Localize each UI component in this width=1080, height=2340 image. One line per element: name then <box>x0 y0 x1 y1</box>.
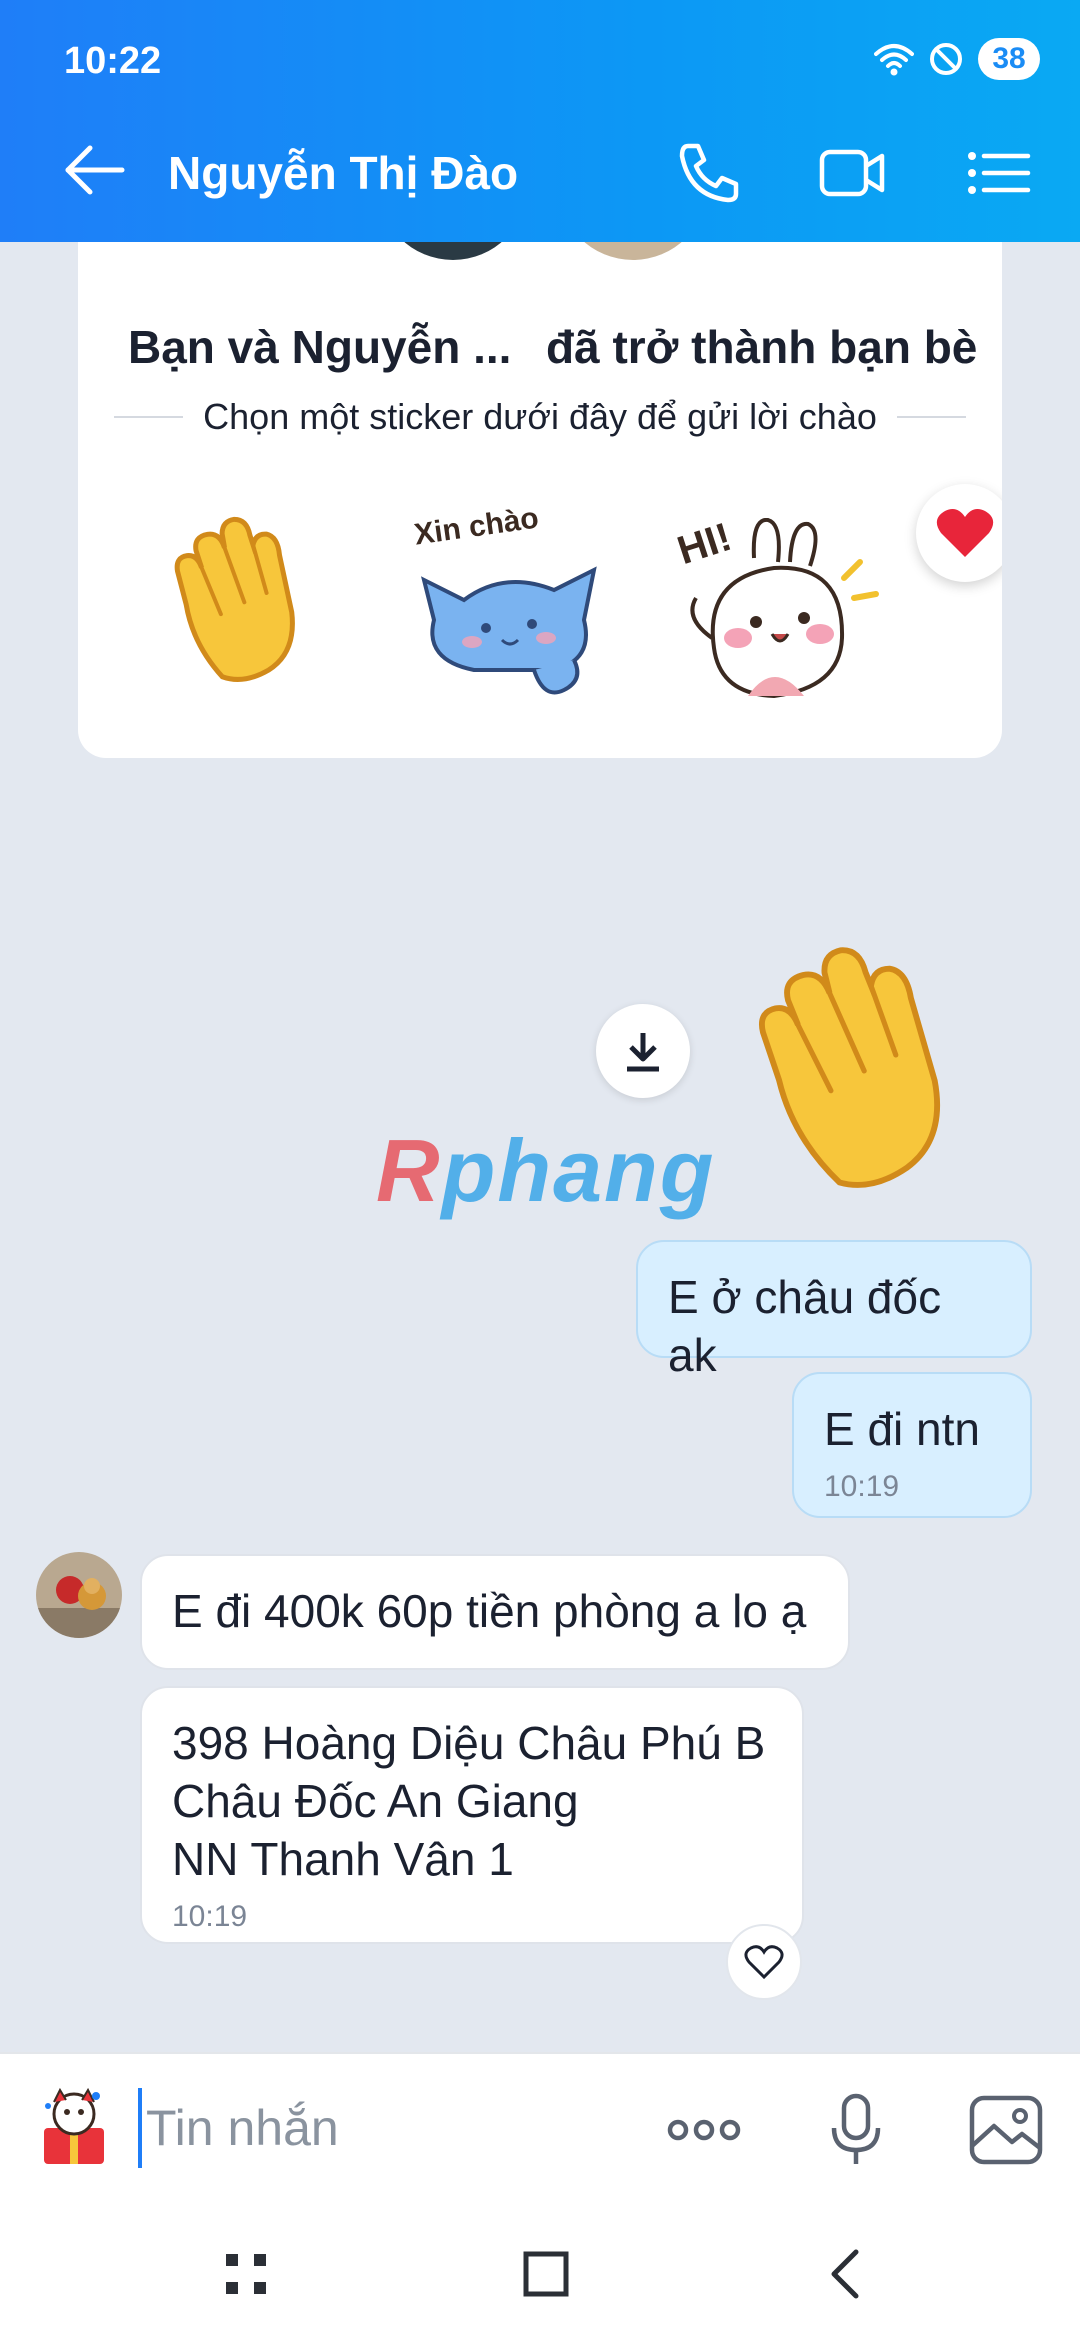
message-bubble-incoming[interactable]: E đi 400k 60p tiền phòng a lo ạ <box>140 1554 850 1670</box>
message-input-bar <box>0 2052 1080 2200</box>
microphone-icon[interactable] <box>816 2090 896 2170</box>
back-arrow-icon[interactable] <box>60 140 130 200</box>
message-text: E đi ntn <box>824 1403 980 1455</box>
home-icon[interactable] <box>516 2244 576 2304</box>
download-button[interactable] <box>596 1004 690 1098</box>
chat-screen: 10:22 38 Nguyễn Thị Đào Bạn và Nguyễn ..… <box>0 0 1080 2340</box>
do-not-disturb-icon <box>930 43 962 75</box>
system-nav-bar <box>0 2200 1080 2340</box>
watermark: Rphang <box>376 1120 716 1222</box>
image-icon[interactable] <box>966 2090 1046 2170</box>
menu-list-icon[interactable] <box>964 140 1034 206</box>
xin-chao-sticker[interactable]: Xin chào <box>412 501 614 710</box>
headline-left: Bạn và Nguyễn ... <box>128 321 512 373</box>
message-bubble-outgoing[interactable]: E ở châu đốc ak <box>636 1240 1032 1381</box>
watermark-rest: phang <box>441 1121 716 1220</box>
status-time: 10:22 <box>64 40 162 82</box>
page-title[interactable]: Nguyễn Thị Đào <box>168 146 518 200</box>
hi-bunny-sticker[interactable]: HI! <box>664 498 884 728</box>
waving-hand-sticker[interactable] <box>160 516 330 686</box>
wifi-icon <box>874 44 914 76</box>
message-text: E đi 400k 60p tiền phòng a lo ạ <box>172 1585 807 1637</box>
divider <box>114 416 184 418</box>
message-time: 10:19 <box>172 1900 248 1933</box>
download-icon <box>627 1033 659 1072</box>
heart-icon <box>936 509 994 557</box>
bunny-icon <box>690 518 879 699</box>
cat-icon <box>421 566 597 695</box>
subtitle-text: Chọn một sticker dưới đây để gửi lời chà… <box>203 396 877 437</box>
watermark-initial: R <box>376 1121 442 1220</box>
heart-icon <box>744 1945 784 1980</box>
sticker-icon[interactable] <box>34 2084 114 2168</box>
headline-right: đã trở thành bạn bè <box>546 321 978 373</box>
sent-waving-hand-sticker[interactable] <box>730 944 1000 1194</box>
card-subtitle: Chọn một sticker dưới đây để gửi lời chà… <box>114 396 967 438</box>
message-bubble-outgoing[interactable]: E đi ntn 10:19 <box>792 1372 1032 1518</box>
divider <box>896 416 967 418</box>
react-button[interactable] <box>726 1924 802 2000</box>
phone-icon[interactable] <box>674 140 744 206</box>
back-icon[interactable] <box>816 2244 876 2304</box>
battery-badge: 38 <box>978 38 1040 80</box>
message-line: Châu Đốc An Giang <box>172 1775 579 1827</box>
chat-header: 10:22 38 Nguyễn Thị Đào <box>0 0 1080 242</box>
message-input[interactable] <box>138 2088 638 2168</box>
message-line: 398 Hoàng Diệu Châu Phú B <box>172 1717 766 1769</box>
status-icons: 38 <box>874 38 1040 80</box>
heart-sticker-button[interactable] <box>916 484 1002 582</box>
message-line: NN Thanh Vân 1 <box>172 1833 514 1885</box>
more-icon[interactable] <box>664 2090 744 2170</box>
message-text: E ở châu đốc ak <box>668 1271 942 1381</box>
avatar[interactable] <box>36 1552 122 1638</box>
video-call-icon[interactable] <box>818 140 888 206</box>
friend-greeting-card: Bạn và Nguyễn ... đã trở thành bạn bè Ch… <box>78 180 1002 758</box>
message-time: 10:19 <box>824 1470 900 1503</box>
message-bubble-incoming[interactable]: 398 Hoàng Diệu Châu Phú B Châu Đốc An Gi… <box>140 1686 804 1944</box>
recent-apps-icon[interactable] <box>216 2244 276 2304</box>
